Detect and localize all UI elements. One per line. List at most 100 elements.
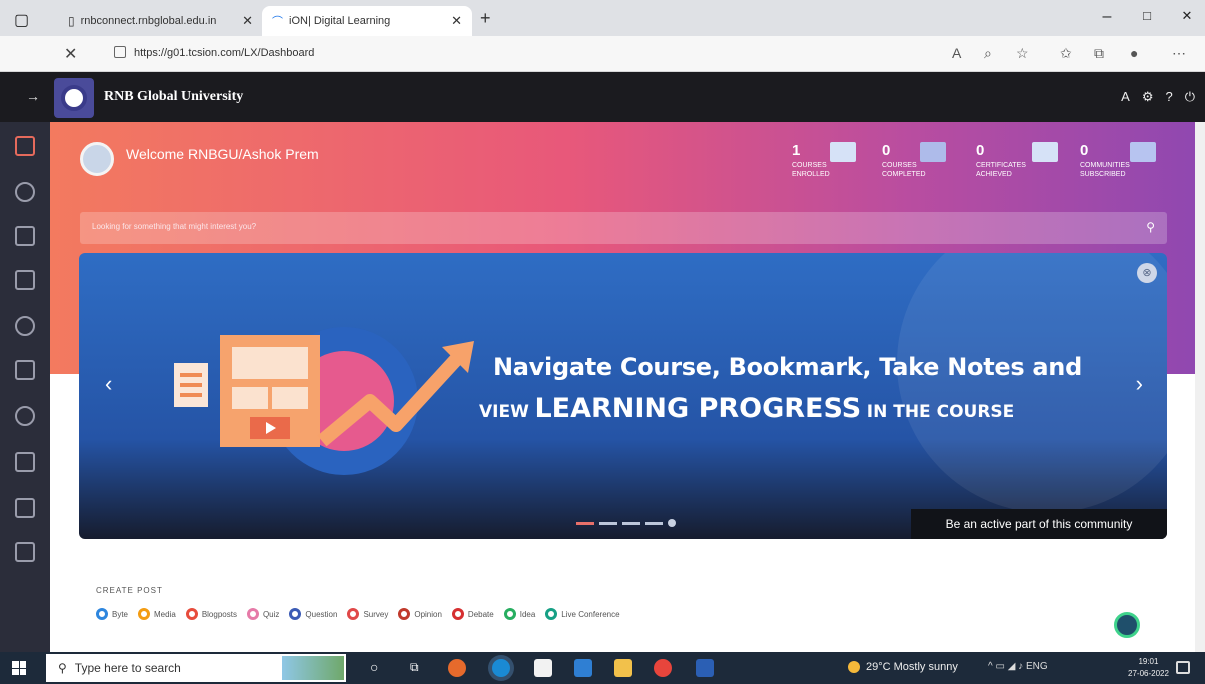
windows-start-icon[interactable] <box>12 661 26 675</box>
stat-certificates-achieved[interactable]: 0 CERTIFICATES ACHIEVED <box>976 142 1066 179</box>
avatar[interactable] <box>80 142 114 176</box>
font-size-icon[interactable]: A <box>1121 89 1130 105</box>
search-highlight-image <box>282 656 344 680</box>
close-icon[interactable]: ⊗ <box>1137 263 1157 283</box>
quiz-icon <box>246 608 259 620</box>
learning-illustration <box>174 327 474 475</box>
search-icon: ⚲ <box>58 661 67 675</box>
assessment-icon[interactable] <box>15 360 35 380</box>
community-icon[interactable] <box>15 316 35 336</box>
reports-icon[interactable] <box>15 498 35 518</box>
post-type-media[interactable]: Media <box>138 608 176 620</box>
close-tab-icon[interactable]: ✕ <box>242 13 253 29</box>
expand-menu-icon[interactable]: → <box>26 88 40 104</box>
stat-count: 0 <box>1080 142 1089 159</box>
courses-icon[interactable] <box>15 226 35 246</box>
lock-icon[interactable] <box>114 46 126 58</box>
communities-icon <box>1130 142 1156 162</box>
weather-widget[interactable]: 29°C Mostly sunny <box>848 661 958 673</box>
new-tab-button[interactable]: + <box>480 8 491 29</box>
stop-loading-icon[interactable]: ✕ <box>64 44 77 64</box>
create-post-options: Byte Media Blogposts Quiz Question Surve… <box>96 608 620 620</box>
stat-courses-completed[interactable]: 0 COURSES COMPLETED <box>882 142 972 179</box>
tab-title: iON| Digital Learning <box>289 15 391 27</box>
dashboard-icon[interactable] <box>15 136 35 156</box>
system-tray-icons[interactable]: ^ ▭ ◢ ♪ ENG <box>988 661 1048 672</box>
post-type-debate[interactable]: Debate <box>451 608 494 620</box>
stat-courses-enrolled[interactable]: 1 COURSES ENROLLED <box>792 142 882 179</box>
profile-icon[interactable]: ● <box>1130 45 1138 61</box>
notification-icon[interactable] <box>1176 661 1190 674</box>
post-type-opinion[interactable]: Opinion <box>398 608 442 620</box>
post-type-idea[interactable]: Idea <box>503 608 536 620</box>
carousel-indicator[interactable] <box>576 521 594 525</box>
post-type-label: Blogposts <box>201 609 237 619</box>
carousel-prev-button[interactable]: ‹ <box>105 371 112 397</box>
store-icon[interactable] <box>534 659 552 677</box>
url-field[interactable]: https://g01.tcsion.com/LX/Dashboard <box>134 47 314 59</box>
system-clock[interactable]: 19:01 27-06-2022 <box>1128 656 1169 680</box>
profile-icon[interactable] <box>15 182 35 202</box>
tab-actions-icon[interactable]: ▢ <box>14 10 29 30</box>
chrome-icon[interactable] <box>654 659 672 677</box>
close-tab-icon[interactable]: ✕ <box>451 13 462 29</box>
language-indicator[interactable]: ENG <box>1026 661 1048 672</box>
carousel-indicator[interactable] <box>599 521 617 525</box>
welcome-text: Welcome RNBGU/Ashok Prem <box>126 146 319 162</box>
favorites-icon[interactable]: ✩ <box>1060 45 1072 62</box>
post-type-blogposts[interactable]: Blogposts <box>185 608 237 620</box>
help-icon[interactable]: ? <box>1165 89 1172 105</box>
power-icon[interactable]: ⏻ <box>1185 89 1195 105</box>
carousel-indicator[interactable] <box>622 521 640 525</box>
courses-enrolled-icon <box>830 142 856 162</box>
carousel-indicator[interactable] <box>645 521 663 525</box>
browser-tab-ion[interactable]: ⌒ iON| Digital Learning ✕ <box>262 6 472 36</box>
settings-icon[interactable]: ⚙ <box>1142 89 1154 105</box>
search-input[interactable]: Looking for something that might interes… <box>80 212 1167 244</box>
vertical-scrollbar[interactable] <box>1195 122 1205 652</box>
post-type-survey[interactable]: Survey <box>347 608 388 620</box>
close-window-button[interactable]: ✕ <box>1172 8 1202 24</box>
file-explorer-icon[interactable] <box>614 659 632 677</box>
post-type-label: Idea <box>519 609 536 619</box>
groups-icon[interactable] <box>15 406 35 426</box>
blog-icon <box>185 608 198 620</box>
carousel-next-button[interactable]: › <box>1136 371 1143 397</box>
collections-icon[interactable]: ⧉ <box>1094 45 1104 62</box>
word-icon[interactable] <box>696 659 714 677</box>
carousel: ⊗ ‹ › Navigate Course, Bookmark, Take No… <box>79 253 1167 539</box>
post-type-byte[interactable]: Byte <box>96 608 128 620</box>
cortana-icon[interactable]: ○ <box>370 659 378 675</box>
library-icon[interactable] <box>15 270 35 290</box>
favorites-add-icon[interactable]: ☆ <box>1016 45 1029 62</box>
carousel-indicator[interactable] <box>668 519 676 527</box>
calendar-icon[interactable] <box>15 542 35 562</box>
post-type-label: Quiz <box>262 609 280 619</box>
stat-label: COMMUNITIES SUBSCRIBED <box>1080 162 1130 178</box>
search-icon[interactable]: ⚲ <box>1146 220 1155 234</box>
edit-icon[interactable] <box>15 452 35 472</box>
university-name: RNB Global University <box>104 89 244 104</box>
post-type-question[interactable]: Question <box>289 608 337 620</box>
header-actions: A ⚙ ? ⏻ <box>1121 89 1195 105</box>
firefox-icon[interactable] <box>448 659 466 677</box>
zoom-icon[interactable]: ⌕ <box>984 45 992 62</box>
mail-icon[interactable] <box>574 659 592 677</box>
read-aloud-icon[interactable]: A <box>952 45 961 61</box>
post-type-quiz[interactable]: Quiz <box>246 608 280 620</box>
more-icon[interactable]: ⋯ <box>1172 45 1186 62</box>
browser-tab-rnbconnect[interactable]: ▯ rnbconnect.rnbglobal.edu.in ✕ <box>58 6 263 36</box>
post-type-live-conference[interactable]: Live Conference <box>545 608 620 620</box>
chat-assistant-button[interactable] <box>1114 612 1140 638</box>
clock-time: 19:01 <box>1138 657 1159 666</box>
browser-tab-strip: ▢ ▯ rnbconnect.rnbglobal.edu.in ✕ ⌒ iON|… <box>0 0 1205 36</box>
minimize-button[interactable]: – <box>1092 8 1122 26</box>
certificate-icon <box>1032 142 1058 162</box>
stat-communities-subscribed[interactable]: 0 COMMUNITIES SUBSCRIBED <box>1080 142 1170 179</box>
search-placeholder: Looking for something that might interes… <box>92 222 257 231</box>
stat-label: COURSES COMPLETED <box>882 162 926 178</box>
task-view-icon[interactable]: ⧉ <box>410 660 419 675</box>
maximize-button[interactable]: □ <box>1132 8 1162 23</box>
university-logo[interactable] <box>54 78 94 118</box>
edge-icon[interactable] <box>492 659 510 677</box>
